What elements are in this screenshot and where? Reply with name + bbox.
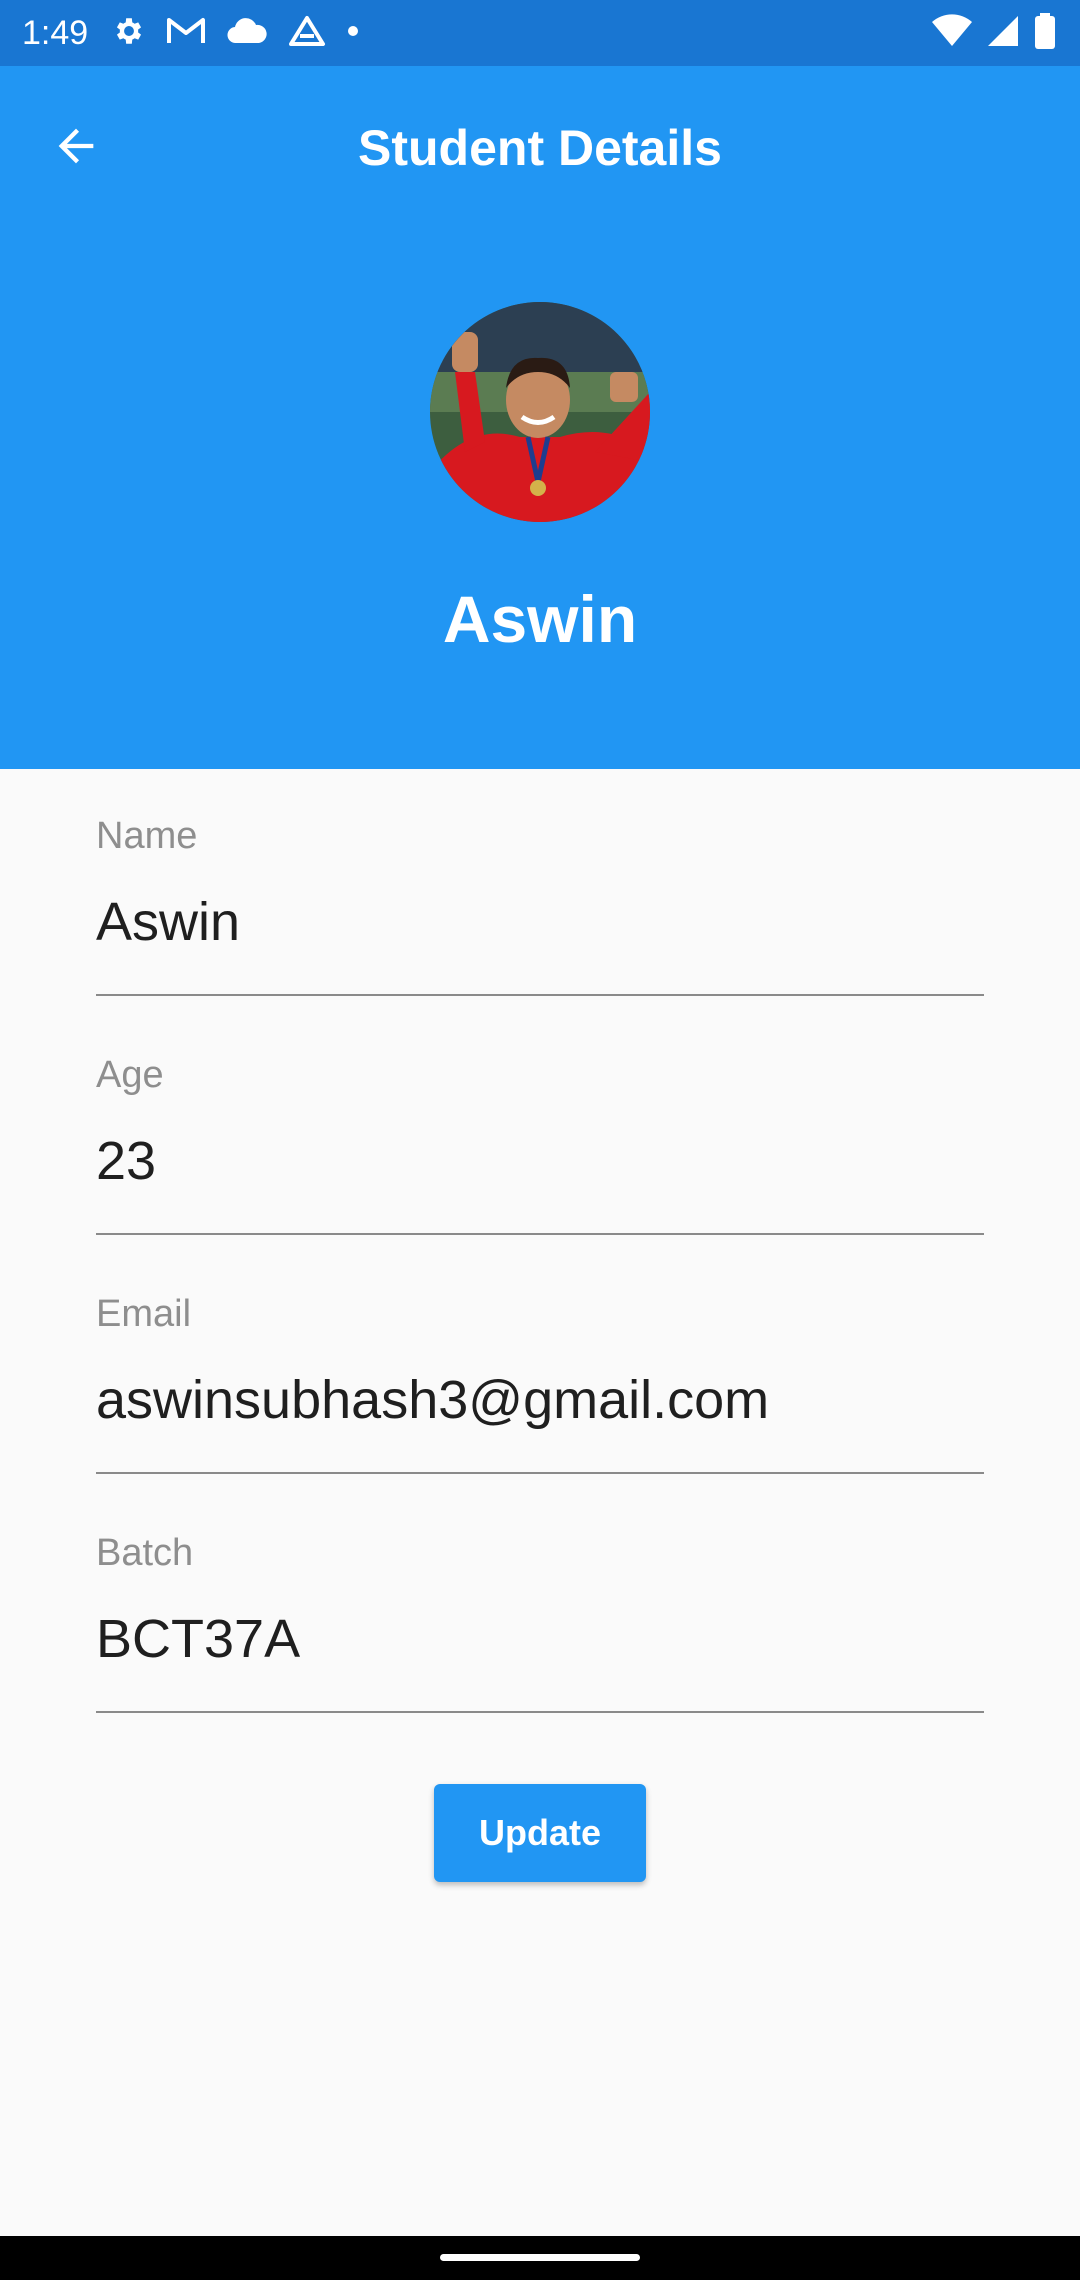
update-button[interactable]: Update [434, 1784, 646, 1882]
status-notification-icons [112, 14, 360, 52]
batch-field-group: Batch BCT37A [96, 1486, 984, 1725]
name-label: Name [96, 815, 198, 857]
page-title: Student Details [358, 120, 722, 176]
settings-icon [112, 14, 146, 53]
age-underline [96, 1233, 984, 1235]
age-field[interactable]: 23 [96, 1128, 984, 1194]
navigation-bar [0, 2236, 1080, 2280]
email-label: Email [96, 1293, 192, 1335]
name-underline [96, 994, 984, 996]
avatar [430, 302, 650, 522]
name-field-group: Name Aswin [96, 769, 984, 1008]
status-time: 1:49 [22, 14, 89, 52]
dot-icon [346, 24, 360, 43]
status-system-icons [932, 12, 1056, 54]
batch-field[interactable]: BCT37A [96, 1606, 984, 1672]
email-field[interactable]: aswinsubhash3@gmail.com [96, 1367, 984, 1433]
email-field-group: Email aswinsubhash3@gmail.com [96, 1247, 984, 1486]
status-bar: 1:49 [0, 0, 1080, 66]
gmail-icon [166, 16, 206, 51]
wifi-icon [932, 13, 972, 53]
email-underline [96, 1472, 984, 1474]
name-field[interactable]: Aswin [96, 889, 984, 955]
home-indicator[interactable] [440, 2254, 640, 2261]
signal-icon [986, 14, 1020, 53]
battery-icon [1034, 12, 1056, 54]
drive-icon [288, 14, 326, 53]
batch-label: Batch [96, 1532, 194, 1574]
profile-name: Aswin [442, 582, 638, 656]
profile-header: Student Details Aswin [0, 66, 1080, 769]
cloud-icon [226, 16, 268, 51]
batch-underline [96, 1711, 984, 1713]
age-label: Age [96, 1054, 164, 1096]
age-field-group: Age 23 [96, 1008, 984, 1247]
student-form: Name Aswin Age 23 Email aswinsubhash3@gm… [96, 769, 984, 1725]
